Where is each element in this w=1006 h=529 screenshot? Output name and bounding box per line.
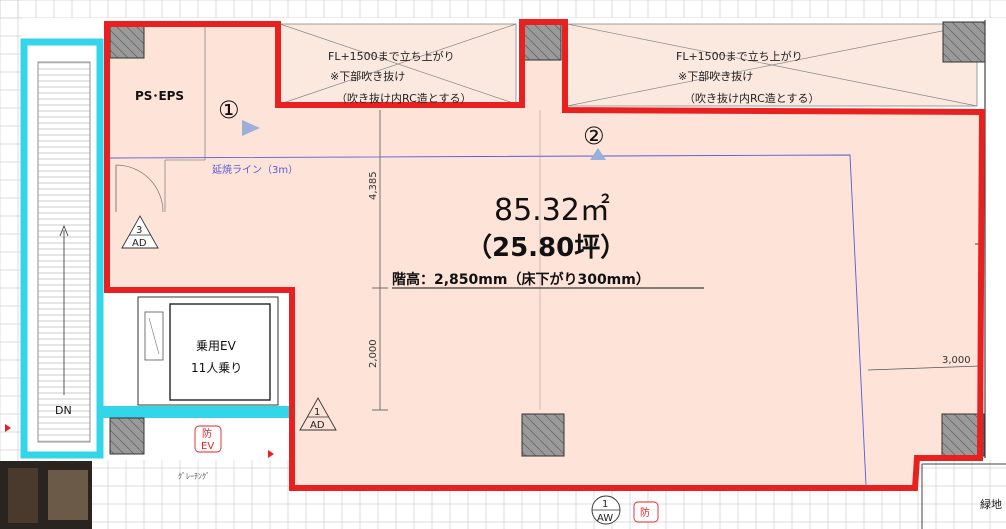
ps-eps-label: PS･EPS: [135, 89, 184, 103]
left-tile-band: [0, 0, 22, 460]
column: [109, 25, 145, 59]
column: [522, 23, 562, 61]
view-2-label: ②: [583, 122, 605, 150]
fire-tag-bottom-label: 防: [640, 506, 650, 519]
column: [521, 413, 565, 457]
column: [109, 417, 145, 455]
stair-direction: DN: [55, 404, 72, 417]
area-m2: 85.32㎡: [494, 193, 610, 228]
dim-2000-label: 2,000: [368, 339, 379, 368]
ryokuchi-label: 緑地: [980, 497, 1002, 511]
tag-1aw-number: 1: [602, 499, 608, 510]
column: [942, 21, 986, 63]
grating-label: ｸﾞﾚｰﾁﾝｸﾞ: [178, 472, 210, 481]
red-marker-icon: [268, 450, 274, 458]
cyan-corridor: [100, 406, 290, 418]
ceiling-height: 階高：2,850mm（床下がり300mm）: [392, 271, 650, 288]
tag-1aw-code: AW: [597, 513, 613, 524]
raised-note-2: FL+1500まで立ち上がり: [676, 49, 803, 63]
tag-3-number: 3: [136, 225, 142, 236]
tag-1ad-number: 1: [314, 407, 320, 418]
void-rc-note-1: （吹き抜け内RC造とする）: [336, 91, 471, 105]
tag-1ad-code: AD: [310, 420, 325, 431]
view-1-label: ①: [218, 96, 240, 124]
void-rc-note-2: （吹き抜け内RC造とする）: [684, 91, 819, 105]
photo-detail: [8, 468, 38, 523]
raised-note-1: FL+1500まで立ち上がり: [328, 49, 455, 63]
floor-plan-drawing: PS･EPS ① ② 延焼ライン（3m） FL+1500まで立ち上がり ※下部吹…: [0, 0, 1006, 529]
area-tsubo: （25.80坪）: [466, 233, 626, 263]
void-note-2: ※下部吹き抜け: [678, 69, 753, 83]
tag-3-code: AD: [132, 238, 147, 249]
fire-line-label: 延焼ライン（3m）: [212, 164, 298, 176]
floor-plan: PS･EPS ① ② 延焼ライン（3m） FL+1500まで立ち上がり ※下部吹…: [0, 0, 1006, 529]
top-tile-band: [0, 0, 1006, 18]
void-note-1: ※下部吹き抜け: [330, 69, 405, 83]
photo-detail: [48, 470, 88, 520]
fire-door-ev: EV: [201, 441, 214, 452]
dim-3000-label: 3,000: [942, 355, 971, 366]
fire-door-label: 防: [202, 427, 212, 440]
dim-4385-label: 4,385: [368, 171, 379, 200]
ev-label: 乗用EV: [196, 339, 237, 353]
ev-capacity: 11人乗り: [191, 361, 242, 375]
